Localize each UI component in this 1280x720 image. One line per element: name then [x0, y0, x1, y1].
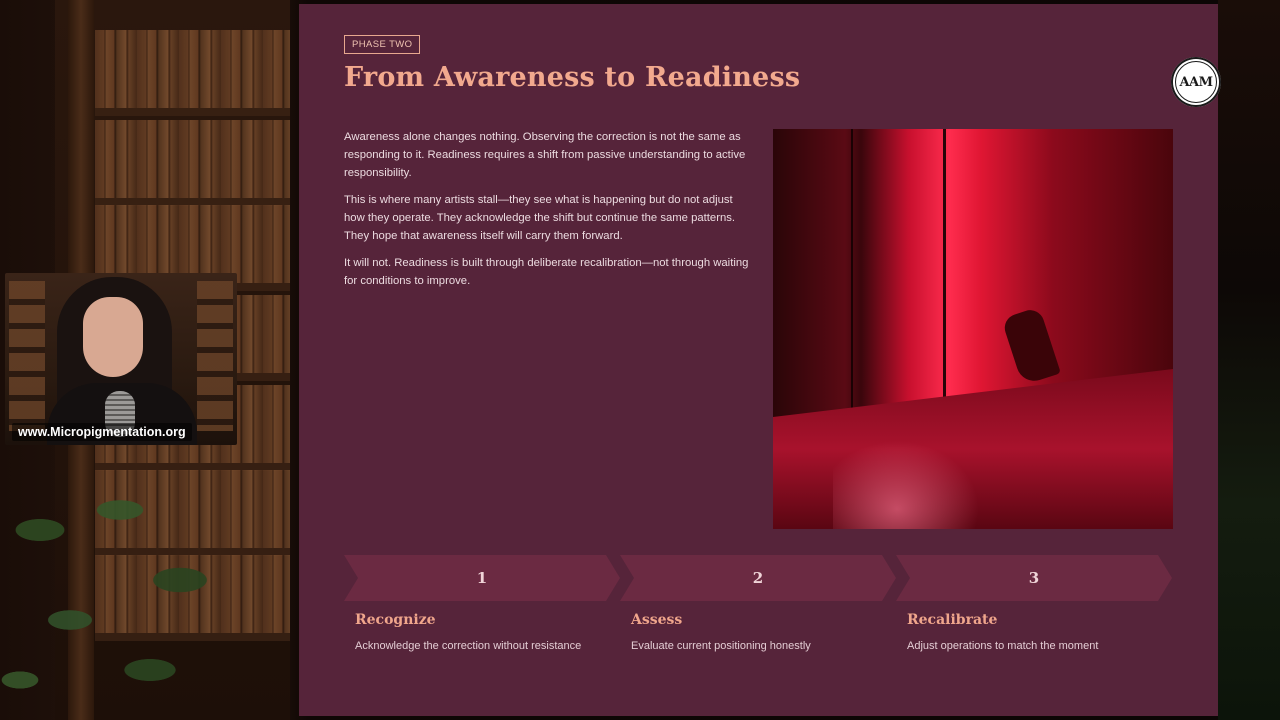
step-number: 1 — [476, 569, 488, 587]
step-number: 2 — [752, 569, 764, 587]
aam-logo: AAM — [1171, 57, 1221, 107]
paragraph: This is where many artists stall—they se… — [344, 194, 736, 242]
webcam-bookshelf-left — [9, 281, 45, 431]
paragraph: Awareness alone changes nothing. Observi… — [344, 131, 746, 179]
right-background — [1218, 0, 1280, 720]
presentation-slide: PHASE TWO From Awareness to Readiness AA… — [299, 4, 1221, 716]
phase-badge: PHASE TWO — [344, 35, 421, 54]
shelf-books — [95, 120, 290, 206]
plant — [0, 470, 240, 720]
webcam-url-overlay: www.Micropigmentation.org — [12, 423, 192, 441]
image-figure — [1001, 306, 1061, 386]
step-arrow-2: 2 — [620, 555, 896, 601]
step-title-recognize: Recognize — [355, 612, 436, 628]
step-description: Acknowledge the correction without resis… — [355, 640, 582, 652]
webcam-feed — [5, 273, 237, 445]
webcam-bookshelf-right — [197, 281, 233, 431]
step-description: Evaluate current positioning honestly — [631, 640, 811, 652]
hero-image — [773, 129, 1173, 529]
step-title-recalibrate: Recalibrate — [907, 612, 998, 628]
image-glow — [833, 429, 993, 529]
logo-ring: AAM — [1175, 61, 1217, 103]
shelf-books — [95, 30, 290, 116]
presenter-face — [83, 297, 143, 377]
step-arrow-3: 3 — [896, 555, 1172, 601]
logo-text: AAM — [1179, 74, 1213, 90]
step-arrow-1: 1 — [344, 555, 620, 601]
step-number: 3 — [1028, 569, 1040, 587]
paragraph: It will not. Readiness is built through … — [344, 257, 749, 287]
step-title-assess: Assess — [631, 612, 683, 628]
slide-title: From Awareness to Readiness — [344, 62, 801, 93]
step-description: Adjust operations to match the moment — [907, 640, 1099, 652]
body-text: Awareness alone changes nothing. Observi… — [344, 128, 749, 299]
